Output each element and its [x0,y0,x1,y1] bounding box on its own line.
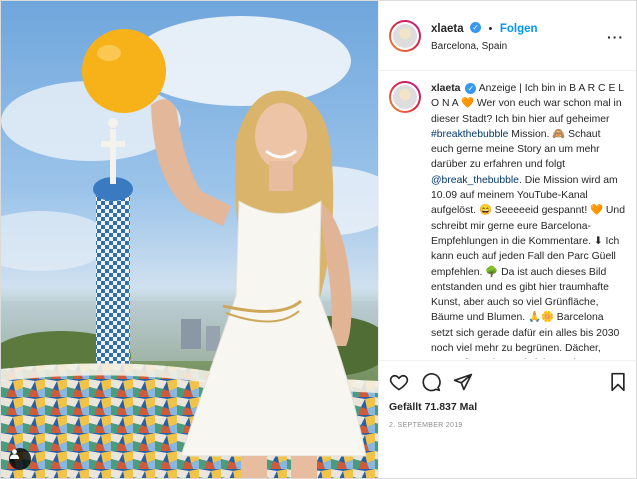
verified-icon: ✓ [470,22,482,34]
bookmark-icon [611,372,625,392]
follow-button[interactable]: Folgen [500,23,538,35]
instagram-post: xlaeta ✓ • Folgen Barcelona, Spain ··· x… [0,0,637,479]
heart-emoji: 🧡 [461,98,474,110]
caption: xlaeta ✓ Anzeige | Ich bin in B A R C E … [389,81,625,359]
action-bar: Gefällt 71.837 Mal 2. SEPTEMBER 2019 [379,360,637,429]
hashtag-link[interactable]: #breakthebubble [431,129,508,140]
avatar[interactable] [389,19,421,52]
post-photo[interactable] [1,1,378,478]
caption-text-part: . Die Mission wird am 10.09 auf meinem Y… [431,174,625,359]
location-link[interactable]: Barcelona, Spain [431,41,538,52]
comment-icon [422,373,441,392]
save-button[interactable] [609,372,627,392]
likes-count[interactable]: Gefällt 71.837 Mal [389,401,627,413]
post-date[interactable]: 2. SEPTEMBER 2019 [389,422,627,429]
heart-icon [389,374,409,391]
avatar[interactable] [389,81,421,113]
mention-link[interactable]: @break_thebubble [431,175,519,186]
username-link[interactable]: xlaeta [431,23,464,35]
caption-username-link[interactable]: xlaeta [431,83,460,94]
photo-illustration [1,16,378,478]
share-icon [453,373,473,391]
post-header: xlaeta ✓ • Folgen Barcelona, Spain ··· [379,1,636,71]
share-button[interactable] [453,372,473,392]
user-tag-icon [9,449,20,459]
verified-icon: ✓ [465,82,477,94]
post-sidebar: xlaeta ✓ • Folgen Barcelona, Spain ··· x… [378,1,637,478]
separator-dot: • [488,23,493,35]
more-options-button[interactable]: ··· [607,29,624,45]
user-tag-button[interactable] [9,448,31,470]
caption-text: xlaeta ✓ Anzeige | Ich bin in B A R C E … [431,81,625,359]
like-button[interactable] [389,372,409,392]
comment-button[interactable] [421,372,441,392]
